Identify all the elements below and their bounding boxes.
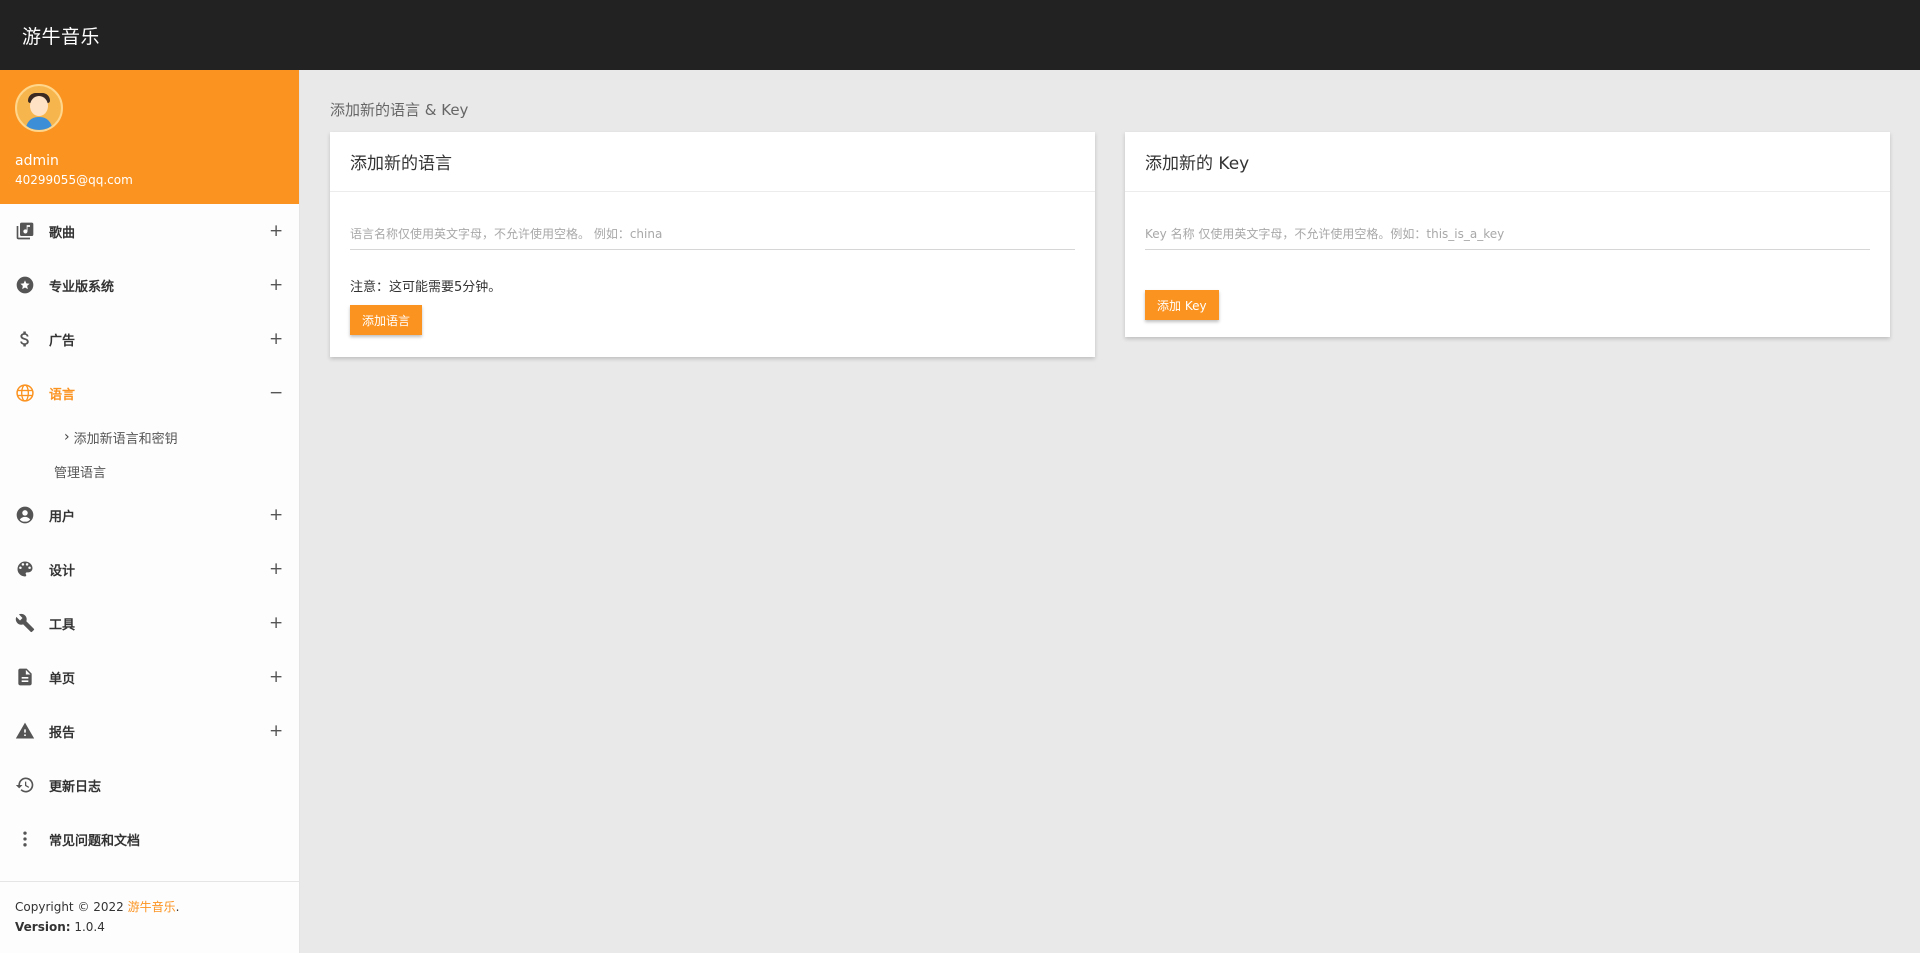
add-language-card: 添加新的语言 注意：这可能需要5分钟。 添加语言 — [330, 132, 1095, 357]
copyright-suffix: . — [175, 900, 180, 914]
expand-icon[interactable]: + — [269, 329, 283, 349]
sidebar-item-reports[interactable]: 报告 + — [0, 704, 299, 758]
sidebar-item-language[interactable]: 语言 − — [0, 366, 299, 420]
submenu-item-label: 管理语言 — [54, 465, 107, 481]
expand-icon[interactable]: + — [269, 559, 283, 579]
version-value: 1.0.4 — [70, 920, 105, 934]
sidebar-item-label: 工具 — [49, 617, 76, 633]
account-circle-icon — [14, 504, 36, 526]
sidebar-footer: Copyright © 2022 游牛音乐. Version: 1.0.4 — [0, 881, 300, 953]
history-icon — [14, 774, 36, 796]
top-bar: 游牛音乐 — [0, 0, 1920, 70]
submenu-item-manage-languages[interactable]: 管理语言 — [0, 454, 299, 488]
palette-icon — [14, 558, 36, 580]
avatar[interactable] — [15, 84, 63, 132]
key-name-input[interactable] — [1145, 226, 1870, 241]
copyright-link[interactable]: 游牛音乐 — [128, 900, 176, 914]
collapse-icon[interactable]: − — [269, 383, 283, 403]
expand-icon[interactable]: + — [269, 275, 283, 295]
card-title: 添加新的语言 — [330, 132, 1095, 192]
sidebar-item-design[interactable]: 设计 + — [0, 542, 299, 596]
sidebar-item-label: 设计 — [49, 563, 76, 579]
document-icon — [14, 666, 36, 688]
user-panel: admin 40299055@qq.com — [0, 70, 299, 204]
add-key-card: 添加新的 Key 添加 Key — [1125, 132, 1890, 337]
expand-icon[interactable]: + — [269, 721, 283, 741]
sidebar-item-tools[interactable]: 工具 + — [0, 596, 299, 650]
user-name: admin — [15, 153, 59, 169]
warning-icon — [14, 720, 36, 742]
sidebar-item-users[interactable]: 用户 + — [0, 488, 299, 542]
submenu-item-label: 添加新语言和密钥 — [73, 431, 178, 447]
submenu-item-add-language-key[interactable]: › 添加新语言和密钥 — [0, 420, 299, 454]
expand-icon[interactable]: + — [269, 505, 283, 525]
sidebar-item-changelog[interactable]: 更新日志 — [0, 758, 299, 812]
dollar-icon — [14, 328, 36, 350]
key-name-field-wrapper — [1145, 218, 1870, 250]
note-text: 注意：这可能需要5分钟。 — [350, 280, 502, 295]
app-title[interactable]: 游牛音乐 — [22, 22, 100, 49]
version-label: Version: — [15, 920, 71, 934]
globe-icon — [14, 382, 36, 404]
sidebar-item-pages[interactable]: 单页 + — [0, 650, 299, 704]
sidebar-item-label: 专业版系统 — [49, 279, 115, 295]
card-title: 添加新的 Key — [1125, 132, 1890, 192]
sidebar-item-ads[interactable]: 广告 + — [0, 312, 299, 366]
version: Version: 1.0.4 — [15, 920, 285, 942]
expand-icon[interactable]: + — [269, 667, 283, 687]
expand-icon[interactable]: + — [269, 221, 283, 241]
language-name-input[interactable] — [350, 226, 1075, 241]
sidebar-item-label: 更新日志 — [49, 779, 102, 795]
more-vertical-icon — [14, 828, 36, 850]
sidebar-item-label: 常见问题和文档 — [49, 833, 141, 849]
sidebar-item-songs[interactable]: 歌曲 + — [0, 204, 299, 258]
copyright-text: Copyright © 2022 — [15, 900, 128, 914]
music-library-icon — [14, 220, 36, 242]
sidebar-item-faq-docs[interactable]: 常见问题和文档 — [0, 812, 299, 866]
add-language-button[interactable]: 添加语言 — [350, 305, 423, 335]
expand-icon[interactable]: + — [269, 613, 283, 633]
sidebar-menu: 歌曲 + 专业版系统 + 广告 + 语言 − › 添加新语言和密钥 管理语言 用… — [0, 204, 299, 866]
copyright: Copyright © 2022 游牛音乐. — [15, 898, 285, 920]
main-content: 添加新的语言 & Key 添加新的语言 注意：这可能需要5分钟。 添加语言 添加… — [300, 70, 1920, 953]
sidebar-item-label: 报告 — [49, 725, 76, 741]
sidebar-item-label: 单页 — [49, 671, 76, 687]
sidebar-item-label: 用户 — [49, 509, 76, 525]
add-key-button[interactable]: 添加 Key — [1145, 290, 1219, 320]
language-submenu-container: › 添加新语言和密钥 管理语言 — [0, 420, 299, 488]
sidebar: admin 40299055@qq.com 歌曲 + 专业版系统 + 广告 + — [0, 70, 300, 953]
sidebar-item-label: 广告 — [49, 333, 76, 349]
star-badge-icon — [14, 274, 36, 296]
language-submenu: › 添加新语言和密钥 管理语言 — [0, 420, 299, 488]
sidebar-item-label: 歌曲 — [49, 225, 76, 241]
sidebar-item-label: 语言 — [49, 387, 76, 403]
wrench-icon — [14, 612, 36, 634]
language-name-field-wrapper — [350, 218, 1075, 250]
breadcrumb: 添加新的语言 & Key — [330, 101, 469, 119]
user-email: 40299055@qq.com — [15, 173, 133, 187]
sidebar-item-pro-system[interactable]: 专业版系统 + — [0, 258, 299, 312]
chevron-right-icon: › — [64, 429, 70, 445]
